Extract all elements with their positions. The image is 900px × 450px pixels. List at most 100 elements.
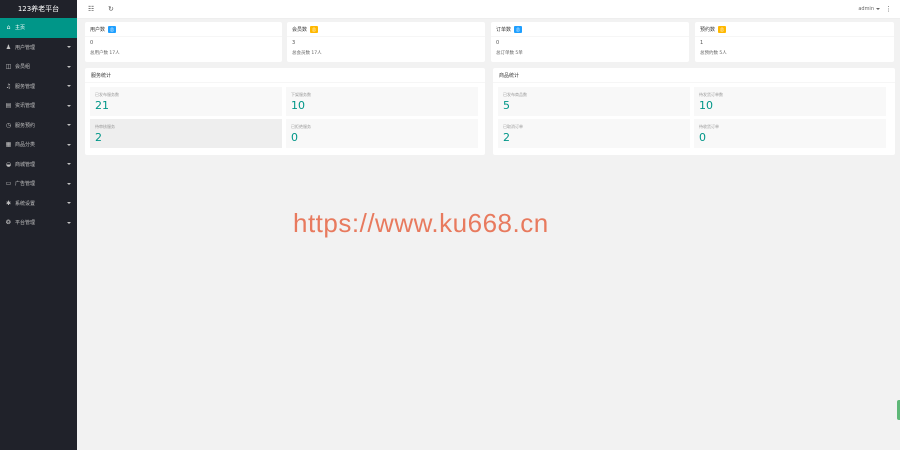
sidebar-item-label: 服务预约 bbox=[15, 122, 36, 129]
sidebar-item[interactable]: ▤ 资讯管理 bbox=[0, 96, 77, 116]
stat-label: 下架服务数 bbox=[291, 92, 311, 97]
sidebar-item[interactable]: ⌂ 主页 bbox=[0, 18, 77, 38]
card-title: 订单数 bbox=[496, 26, 512, 33]
stat-value: 5 bbox=[503, 99, 510, 112]
sidebar: 123养老平台 ⌂ 主页 ♟ 用户管理 ◫ 会员组 ♫ 服务管理 ▤ 资讯管理 ◷ 服务预约 ▦ 商品分类… bbox=[0, 0, 77, 450]
cart-icon: ◒ bbox=[5, 160, 12, 168]
sidebar-item-label: 广告管理 bbox=[15, 181, 36, 188]
panel-title: 服务统计 bbox=[85, 68, 485, 83]
app-title[interactable]: 123养老平台 bbox=[0, 0, 77, 18]
stat-value: 0 bbox=[291, 131, 298, 144]
home-icon: ⌂ bbox=[6, 24, 11, 32]
sidebar-item[interactable]: ◫ 会员组 bbox=[0, 57, 77, 77]
card-badge: 总 bbox=[108, 25, 117, 33]
stat-label: 已发布服务数 bbox=[95, 92, 119, 97]
card-badge: 总 bbox=[310, 25, 319, 33]
user-menu[interactable]: admin bbox=[858, 0, 880, 18]
chevron-down-icon bbox=[67, 124, 71, 127]
sidebar-item[interactable]: ♫ 服务管理 bbox=[0, 77, 77, 97]
sidebar-item[interactable]: ◷ 服务预约 bbox=[0, 116, 77, 136]
sidebar-item-label: 服务管理 bbox=[15, 83, 36, 90]
sidebar-item-label: 资讯管理 bbox=[15, 103, 36, 110]
stat-value: 10 bbox=[291, 99, 305, 112]
card-title: 预约数 bbox=[700, 26, 716, 33]
chevron-down-icon bbox=[67, 202, 71, 205]
bell-icon: ♫ bbox=[5, 82, 12, 90]
sidebar-item-label: 主页 bbox=[15, 25, 26, 32]
stats-panel: 服务统计已发布服务数 21 下架服务数 10 待审核服务 2 已拒绝服务 0 bbox=[85, 68, 485, 155]
chevron-down-icon bbox=[67, 221, 71, 224]
card-value: 3 bbox=[292, 40, 296, 46]
chevron-down-icon bbox=[67, 46, 71, 49]
summary-card: 预约数总 1 总预约数 5人 bbox=[695, 22, 894, 62]
user-name: admin bbox=[858, 6, 874, 12]
card-subtext: 总预约数 5人 bbox=[700, 51, 727, 56]
stat-label: 待收货订单 bbox=[699, 124, 719, 129]
cog-icon: ❂ bbox=[5, 219, 12, 227]
more-icon[interactable]: ⋮ bbox=[885, 0, 892, 18]
card-header: 用户数总 bbox=[85, 22, 282, 37]
stat-value: 10 bbox=[699, 99, 713, 112]
summary-card: 订单数总 0 总订单数 5单 bbox=[491, 22, 689, 62]
stat-tile[interactable]: 待审核服务 2 bbox=[90, 119, 282, 148]
stat-value: 21 bbox=[95, 99, 109, 112]
summary-card: 会员数总 3 总会员数 17人 bbox=[287, 22, 485, 62]
menu-toggle-icon[interactable]: ☷ bbox=[88, 0, 94, 18]
stat-tile[interactable]: 已发布服务数 21 bbox=[90, 87, 282, 116]
chevron-down-icon bbox=[67, 104, 71, 107]
sidebar-item[interactable]: ✱ 系统设置 bbox=[0, 194, 77, 214]
refresh-icon[interactable]: ↻ bbox=[108, 0, 114, 18]
stat-tile[interactable]: 已取消订单 2 bbox=[498, 119, 690, 148]
stat-tile[interactable]: 下架服务数 10 bbox=[286, 87, 478, 116]
grid-icon: ▦ bbox=[5, 141, 12, 149]
stat-label: 待发货订单数 bbox=[699, 92, 723, 97]
stat-value: 2 bbox=[503, 131, 510, 144]
summary-card: 用户数总 0 总用户数 17人 bbox=[85, 22, 282, 62]
stat-label: 已拒绝服务 bbox=[291, 124, 311, 129]
picture-icon: ▭ bbox=[5, 180, 12, 188]
card-header: 预约数总 bbox=[695, 22, 894, 37]
stat-label: 已取消订单 bbox=[503, 124, 523, 129]
card-title: 会员数 bbox=[292, 26, 308, 33]
sidebar-item-label: 商品分类 bbox=[15, 142, 36, 149]
card-badge: 总 bbox=[718, 25, 727, 33]
card-value: 0 bbox=[496, 40, 500, 46]
card-value: 0 bbox=[90, 40, 94, 46]
card-header: 订单数总 bbox=[491, 22, 689, 37]
card-subtext: 总用户数 17人 bbox=[90, 51, 120, 56]
sidebar-item[interactable]: ▭ 广告管理 bbox=[0, 174, 77, 194]
article-icon: ▤ bbox=[5, 102, 12, 110]
stat-tile[interactable]: 待收货订单 0 bbox=[694, 119, 886, 148]
sidebar-item[interactable]: ❂ 平台管理 bbox=[0, 213, 77, 233]
card-badge: 总 bbox=[514, 25, 523, 33]
sidebar-item-label: 用户管理 bbox=[15, 44, 36, 51]
stat-tile[interactable]: 已拒绝服务 0 bbox=[286, 119, 478, 148]
stat-value: 2 bbox=[95, 131, 102, 144]
sidebar-item[interactable]: ▦ 商品分类 bbox=[0, 135, 77, 155]
stat-label: 已发布商品数 bbox=[503, 92, 527, 97]
clock-icon: ◷ bbox=[5, 121, 12, 129]
sidebar-item[interactable]: ♟ 用户管理 bbox=[0, 38, 77, 58]
stat-value: 0 bbox=[699, 131, 706, 144]
chevron-down-icon bbox=[876, 7, 880, 10]
sidebar-item[interactable]: ◒ 商城管理 bbox=[0, 155, 77, 175]
card-value: 1 bbox=[700, 40, 704, 46]
top-header: ☷ ↻ admin ⋮ bbox=[77, 0, 900, 19]
card-subtext: 总会员数 17人 bbox=[292, 51, 322, 56]
tag-icon: ◫ bbox=[5, 63, 12, 71]
card-title: 用户数 bbox=[90, 26, 106, 33]
stat-tile[interactable]: 待发货订单数 10 bbox=[694, 87, 886, 116]
sidebar-item-label: 系统设置 bbox=[15, 200, 36, 207]
chevron-down-icon bbox=[67, 163, 71, 166]
gear-icon: ✱ bbox=[5, 199, 12, 207]
stat-tile[interactable]: 已发布商品数 5 bbox=[498, 87, 690, 116]
chevron-down-icon bbox=[67, 143, 71, 146]
stat-label: 待审核服务 bbox=[95, 124, 115, 129]
sidebar-item-label: 平台管理 bbox=[15, 220, 36, 227]
chevron-down-icon bbox=[67, 65, 71, 68]
user-icon: ♟ bbox=[5, 43, 12, 51]
card-header: 会员数总 bbox=[287, 22, 485, 37]
chevron-down-icon bbox=[67, 85, 71, 88]
card-subtext: 总订单数 5单 bbox=[496, 51, 523, 56]
sidebar-item-label: 会员组 bbox=[15, 64, 31, 71]
